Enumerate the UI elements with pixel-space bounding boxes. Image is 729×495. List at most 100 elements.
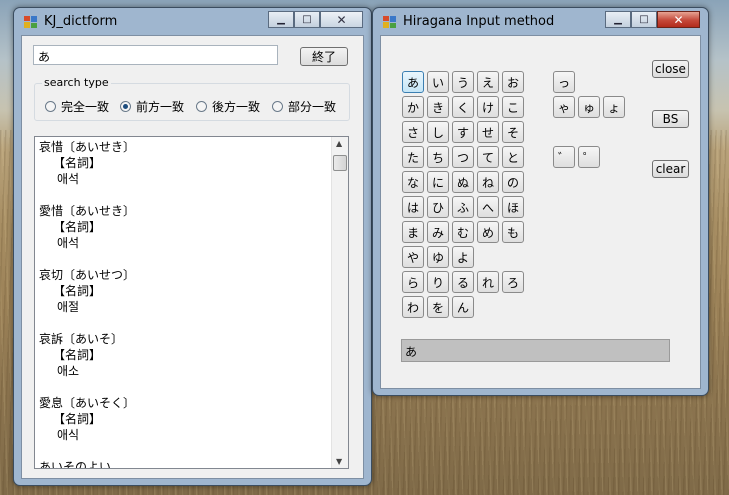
hiragana-window: Hiragana Input method ▁ □ ✕ close BS cle… <box>372 7 709 396</box>
kana-key[interactable]: こ <box>502 96 524 118</box>
close-button[interactable]: ✕ <box>320 11 363 28</box>
kana-key[interactable]: ゆ <box>427 246 449 268</box>
kana-key[interactable]: も <box>502 221 524 243</box>
kana-key-label: き <box>431 100 444 115</box>
kana-key[interactable]: い <box>427 71 449 93</box>
close-button[interactable]: ✕ <box>657 11 700 28</box>
kana-key[interactable]: は <box>402 196 424 218</box>
entry-pos: 【名詞】 <box>53 348 102 362</box>
kana-key-label: て <box>481 150 494 165</box>
kana-key[interactable]: そ <box>502 121 524 143</box>
minimize-button[interactable]: ▁ <box>605 11 631 28</box>
kana-key-label: ゅ <box>582 100 595 115</box>
kana-key[interactable]: ひ <box>427 196 449 218</box>
kana-key-small-tsu[interactable]: っ <box>553 71 575 93</box>
kana-key[interactable]: む <box>452 221 474 243</box>
hiragana-titlebar[interactable]: Hiragana Input method ▁ □ ✕ <box>373 8 708 36</box>
radio-prefix[interactable]: 前方一致 <box>120 98 184 115</box>
kana-key[interactable]: み <box>427 221 449 243</box>
kana-key[interactable]: ら <box>402 271 424 293</box>
kana-key[interactable]: ふ <box>452 196 474 218</box>
radio-exact-circle <box>45 101 56 112</box>
kana-key-small-yu[interactable]: ゅ <box>578 96 600 118</box>
kana-key-label: を <box>431 300 444 315</box>
kana-key[interactable]: な <box>402 171 424 193</box>
kana-key[interactable]: の <box>502 171 524 193</box>
radio-suffix[interactable]: 後方一致 <box>196 98 260 115</box>
kana-key[interactable]: ね <box>477 171 499 193</box>
end-button[interactable]: 終了 <box>300 47 348 66</box>
kana-key[interactable]: と <box>502 146 524 168</box>
kana-key-label: ね <box>481 175 494 190</box>
close-icon: ✕ <box>336 12 347 27</box>
radio-partial[interactable]: 部分一致 <box>272 98 336 115</box>
kana-key[interactable]: ま <box>402 221 424 243</box>
kana-key-label: せ <box>481 125 494 140</box>
kana-key[interactable]: か <box>402 96 424 118</box>
kana-key-small-yo[interactable]: ょ <box>603 96 625 118</box>
results-textbox[interactable]: 哀惜〔あいせき〕 【名詞】 애석 愛惜〔あいせき〕 【名詞】 애석 哀切〔あいせ… <box>34 136 349 469</box>
kana-key-label: こ <box>506 100 519 115</box>
kana-key[interactable]: へ <box>477 196 499 218</box>
scroll-down-icon[interactable]: ▼ <box>336 457 342 466</box>
kana-key[interactable]: あ <box>402 71 424 93</box>
entry-headword: 愛惜〔あいせき〕 <box>39 204 136 218</box>
dict-titlebar[interactable]: KJ_dictform ▁ □ ✕ <box>14 8 371 36</box>
radio-prefix-label: 前方一致 <box>136 100 185 114</box>
kana-key[interactable]: り <box>427 271 449 293</box>
radio-suffix-label: 後方一致 <box>212 100 261 114</box>
hiragana-close-button[interactable]: close <box>652 60 689 78</box>
search-input[interactable]: あ <box>33 45 278 65</box>
kana-key-label: ゛ <box>557 150 570 165</box>
kana-key[interactable]: せ <box>477 121 499 143</box>
kana-key[interactable]: を <box>427 296 449 318</box>
kana-key[interactable]: わ <box>402 296 424 318</box>
kana-key[interactable]: う <box>452 71 474 93</box>
kana-key[interactable]: ろ <box>502 271 524 293</box>
radio-exact[interactable]: 完全一致 <box>45 98 109 115</box>
entry-pos: 【名詞】 <box>53 156 102 170</box>
kana-key-label: ふ <box>456 200 469 215</box>
kana-key[interactable]: や <box>402 246 424 268</box>
kana-key-label: に <box>431 175 444 190</box>
list-item: 哀惜〔あいせき〕 【名詞】 애석 <box>39 139 135 187</box>
kana-key[interactable]: た <box>402 146 424 168</box>
maximize-icon: □ <box>302 14 312 25</box>
scroll-up-icon[interactable]: ▲ <box>336 139 342 148</box>
kana-key[interactable]: き <box>427 96 449 118</box>
kana-key[interactable]: つ <box>452 146 474 168</box>
kana-key[interactable]: て <box>477 146 499 168</box>
maximize-button[interactable]: □ <box>631 11 657 28</box>
kana-key-label: つ <box>456 150 469 165</box>
kana-key[interactable]: け <box>477 96 499 118</box>
maximize-button[interactable]: □ <box>294 11 320 28</box>
kana-key[interactable]: し <box>427 121 449 143</box>
kana-key[interactable]: め <box>477 221 499 243</box>
kana-key-label: は <box>406 200 419 215</box>
vertical-scrollbar[interactable]: ▲ ▼ <box>331 137 348 468</box>
kana-key-label: た <box>406 150 419 165</box>
kana-key[interactable]: さ <box>402 121 424 143</box>
hiragana-output-field[interactable]: あ <box>401 339 670 362</box>
kana-key[interactable]: ん <box>452 296 474 318</box>
kana-key[interactable]: す <box>452 121 474 143</box>
kana-key-dakuten[interactable]: ゛ <box>553 146 575 168</box>
kana-key[interactable]: く <box>452 96 474 118</box>
clear-button[interactable]: clear <box>652 160 689 178</box>
app-window-icon <box>383 16 396 28</box>
kana-key-small-ya[interactable]: ゃ <box>553 96 575 118</box>
kana-key[interactable]: る <box>452 271 474 293</box>
kana-key[interactable]: ち <box>427 146 449 168</box>
kana-key[interactable]: え <box>477 71 499 93</box>
scrollbar-thumb[interactable] <box>333 155 347 171</box>
kana-key[interactable]: よ <box>452 246 474 268</box>
kana-key[interactable]: お <box>502 71 524 93</box>
kana-key[interactable]: れ <box>477 271 499 293</box>
kana-key[interactable]: に <box>427 171 449 193</box>
kana-key-handakuten[interactable]: ゜ <box>578 146 600 168</box>
minimize-button[interactable]: ▁ <box>268 11 294 28</box>
kana-key[interactable]: ほ <box>502 196 524 218</box>
bs-button-label: BS <box>662 112 679 126</box>
kana-key[interactable]: ぬ <box>452 171 474 193</box>
backspace-button[interactable]: BS <box>652 110 689 128</box>
